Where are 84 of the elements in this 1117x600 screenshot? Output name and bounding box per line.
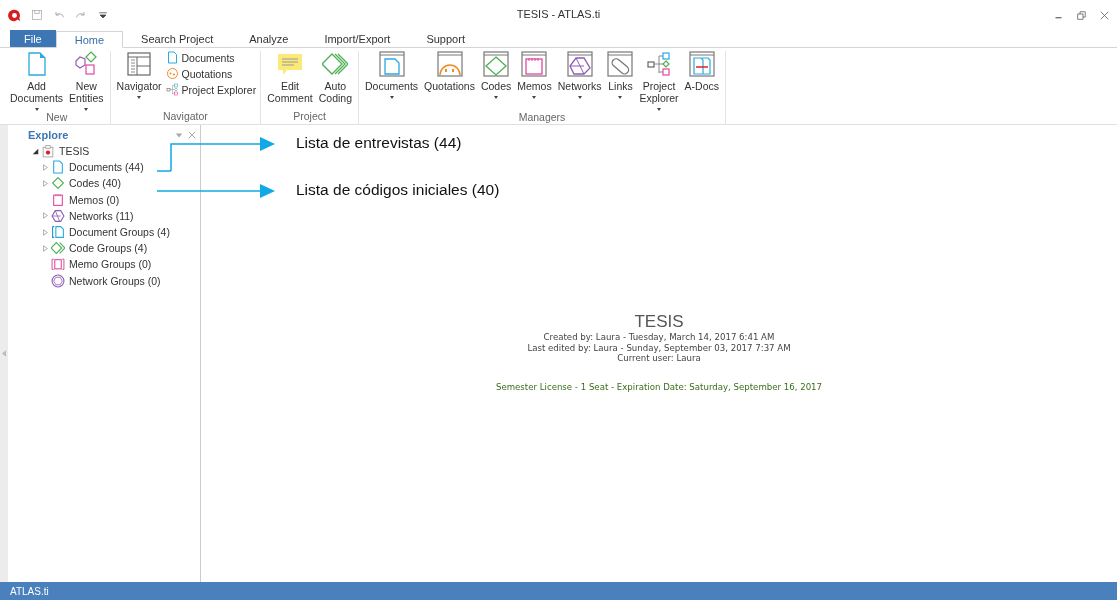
memo-group-icon: [51, 257, 65, 272]
customize-icon[interactable]: [97, 9, 109, 21]
project-title: TESIS: [634, 312, 684, 332]
diamond-group-icon: [51, 241, 65, 256]
memo-manager-icon: [521, 51, 548, 77]
caret-icon[interactable]: [532, 96, 537, 99]
ribbon-tab[interactable]: Home: [55, 31, 124, 48]
tree-item[interactable]: Memo Groups (0): [67, 258, 152, 271]
expanded-icon[interactable]: [32, 147, 39, 155]
ribbon-tab[interactable]: Analyze: [231, 30, 307, 47]
comment-icon: [276, 51, 303, 77]
annotation-text: Lista de códigos iniciales (40): [296, 181, 500, 199]
window-title: TESIS - ATLAS.ti: [516, 8, 601, 20]
caret-icon[interactable]: [494, 96, 499, 99]
tree-diagram-icon: [646, 51, 672, 77]
caret-icon[interactable]: [84, 108, 89, 111]
ribbon-button[interactable]: Memos: [515, 51, 554, 111]
diamonds-icon: [322, 51, 349, 77]
caret-icon[interactable]: [137, 96, 141, 99]
caret-icon[interactable]: [577, 96, 582, 99]
network-manager-icon: [566, 51, 593, 77]
project-icon: [41, 144, 55, 159]
ribbon-button[interactable]: Navigator: [114, 51, 164, 110]
dropdown-icon[interactable]: [175, 131, 183, 139]
restore-icon[interactable]: [1077, 10, 1086, 20]
close-icon[interactable]: [1100, 10, 1109, 20]
ribbon-button[interactable]: Networks: [555, 51, 604, 111]
ribbon-button[interactable]: Auto Coding: [316, 51, 354, 110]
group-label: New: [46, 111, 68, 125]
diamond-icon: [51, 176, 65, 191]
caret-icon[interactable]: [618, 96, 623, 99]
caret-icon[interactable]: [657, 108, 661, 111]
tree-item[interactable]: TESIS: [57, 145, 90, 158]
document-manager-icon: [378, 51, 405, 77]
network-group-icon: [51, 273, 65, 288]
document-icon: [165, 51, 179, 64]
group-label: Project: [293, 110, 326, 124]
group-label: Managers: [518, 111, 566, 125]
memo-icon: [51, 192, 65, 207]
ribbon-button[interactable]: Add Documents: [8, 51, 66, 111]
tree-item[interactable]: Memos (0): [67, 193, 120, 206]
file-tab[interactable]: File: [10, 30, 56, 47]
tree-item[interactable]: Networks (11): [67, 209, 134, 222]
ribbon-tab[interactable]: Import/Export: [306, 30, 409, 47]
document-group-icon: [51, 225, 65, 240]
group-label: Navigator: [162, 110, 208, 124]
tree-item[interactable]: Network Groups (0): [67, 274, 161, 287]
ribbon-button[interactable]: New Entities: [67, 51, 106, 111]
ribbon-button[interactable]: Quotations: [422, 51, 477, 111]
tree-item[interactable]: Code Groups (4): [67, 242, 148, 255]
app-logo-icon: [8, 8, 21, 22]
ribbon-button[interactable]: Edit Comment: [265, 51, 315, 110]
ribbon-tab[interactable]: Support: [408, 30, 483, 47]
a-docs-icon: [688, 51, 715, 77]
ribbon-button[interactable]: Quotations: [165, 67, 257, 80]
ribbon-button[interactable]: Links: [605, 51, 636, 111]
tree-diagram-icon: [165, 83, 179, 96]
caret-icon[interactable]: [34, 108, 39, 111]
tree-item[interactable]: Document Groups (4): [67, 226, 170, 239]
quotation-icon: [165, 67, 179, 80]
info-text: Current user: Laura: [617, 353, 701, 364]
ribbon-button[interactable]: A-Docs: [682, 51, 721, 111]
tree-item[interactable]: Documents (44): [67, 161, 144, 174]
ribbon-button[interactable]: Project Explorer: [637, 51, 681, 111]
navigator-icon: [126, 51, 152, 77]
tree-item[interactable]: Codes (40): [67, 177, 121, 190]
annotation-text: Lista de entrevistas (44): [296, 134, 462, 152]
ribbon-button[interactable]: Codes: [478, 51, 514, 111]
info-text: Last edited by: Laura - Sunday, September 03, 2017 7:37 AM: [527, 342, 791, 353]
ribbon-tab[interactable]: Search Project: [123, 30, 232, 47]
document-icon: [51, 160, 65, 175]
license-text: Semester License - 1 Seat - Expiration Date: Saturday, September 16, 2017: [495, 381, 823, 392]
ribbon-button[interactable]: Documents: [165, 51, 257, 64]
code-manager-icon: [483, 51, 510, 77]
panel-title: Explore: [28, 129, 69, 141]
ribbon-button[interactable]: Documents: [363, 51, 421, 111]
quotation-manager-icon: [436, 51, 463, 77]
link-manager-icon: [607, 51, 634, 77]
status-text: ATLAS.ti: [10, 585, 49, 597]
collapse-icon: [2, 350, 6, 357]
caret-icon[interactable]: [389, 96, 394, 99]
ribbon-button[interactable]: Project Explorer: [165, 83, 257, 96]
info-text: Created by: Laura - Tuesday, March 14, 2017 6:41 AM: [543, 332, 775, 343]
network-icon: [51, 208, 65, 223]
